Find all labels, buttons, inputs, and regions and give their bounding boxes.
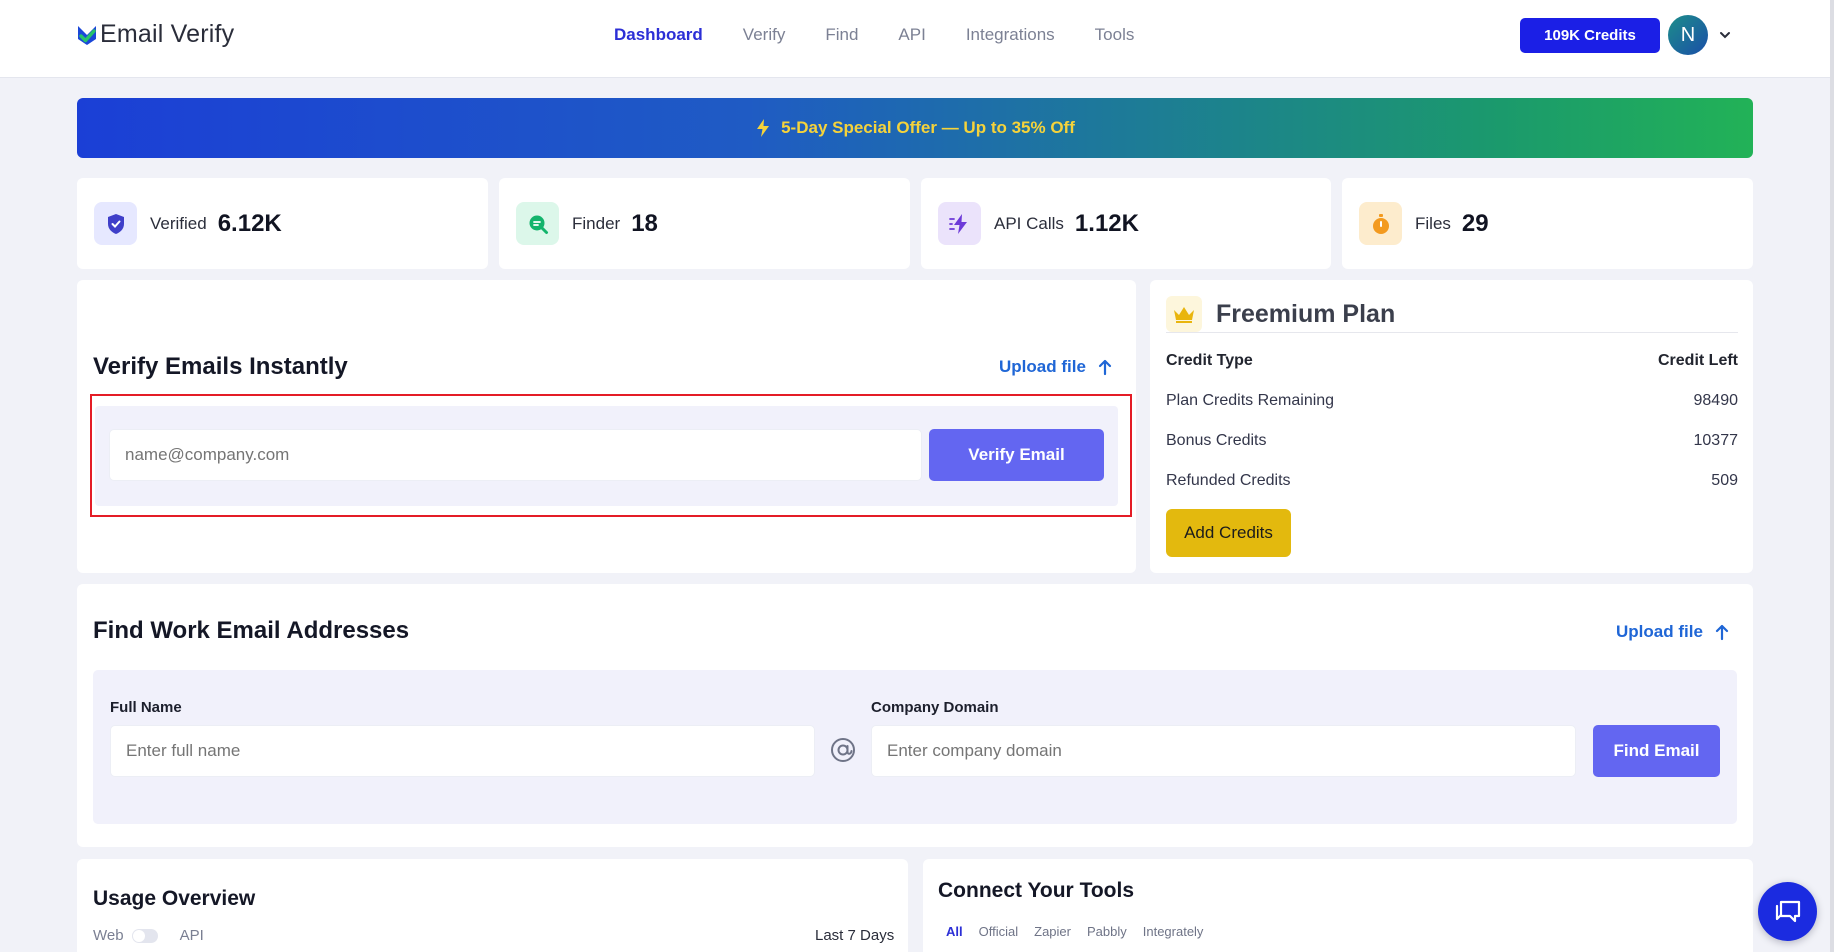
add-credits-button[interactable]: Add Credits [1166, 509, 1291, 557]
stat-value: 6.12K [217, 209, 282, 237]
upload-label: Upload file [1616, 622, 1703, 641]
brand-logo-icon [78, 25, 96, 45]
nav-dashboard[interactable]: Dashboard [614, 25, 703, 45]
full-name-label: Full Name [110, 699, 182, 716]
email-input[interactable] [109, 429, 922, 481]
credit-type-header: Credit Type [1166, 352, 1253, 369]
verify-email-button[interactable]: Verify Email [929, 429, 1104, 481]
divider [1166, 332, 1738, 333]
stat-card-verified: Verified 6.12K [77, 178, 488, 269]
logo-text: Email Verify [100, 20, 235, 48]
lightning-icon [938, 202, 981, 245]
chat-button[interactable] [1758, 882, 1817, 941]
tab-pabbly[interactable]: Pabbly [1087, 924, 1127, 939]
avatar[interactable]: N [1668, 15, 1708, 55]
search-chat-icon [516, 202, 559, 245]
plan-row: Refunded Credits 509 [1166, 472, 1738, 490]
stat-value: 1.12K [1074, 209, 1139, 237]
arrow-up-icon [1715, 624, 1729, 640]
stopwatch-icon [1359, 202, 1402, 245]
tools-tabs: All Official Zapier Pabbly Integrately [946, 924, 1219, 939]
verify-upload-link[interactable]: Upload file [999, 357, 1112, 377]
at-sign-icon [831, 738, 855, 762]
plan-table-header: Credit Type Credit Left [1166, 352, 1738, 370]
lightning-icon [757, 119, 770, 137]
nav-tools[interactable]: Tools [1095, 25, 1135, 45]
main-nav: Dashboard Verify Find API Integrations T… [614, 25, 1174, 45]
credit-left-header: Credit Left [1658, 352, 1738, 369]
plan-title: Freemium Plan [1216, 299, 1396, 328]
credits-button[interactable]: 109K Credits [1520, 18, 1660, 53]
plan-row: Bonus Credits 10377 [1166, 432, 1738, 450]
usage-toggle-row: Web API [93, 927, 204, 944]
find-email-button[interactable]: Find Email [1593, 725, 1720, 777]
crown-icon [1166, 296, 1202, 332]
stat-label: Files [1415, 213, 1451, 233]
stat-label: Verified [150, 213, 207, 233]
verify-title: Verify Emails Instantly [93, 353, 348, 380]
credit-left: 509 [1711, 472, 1738, 489]
scrollbar[interactable] [1830, 0, 1834, 952]
usage-toggle[interactable] [131, 928, 158, 943]
stat-value: 18 [631, 209, 658, 237]
credit-left: 10377 [1693, 432, 1739, 449]
tab-all[interactable]: All [946, 924, 963, 939]
usage-title: Usage Overview [93, 887, 256, 910]
credit-left: 98490 [1693, 392, 1739, 409]
company-domain-input[interactable] [871, 725, 1576, 777]
find-title: Find Work Email Addresses [93, 617, 410, 644]
nav-api[interactable]: API [898, 25, 925, 45]
chevron-down-icon[interactable] [1718, 28, 1732, 42]
credit-type: Plan Credits Remaining [1166, 392, 1335, 409]
find-upload-link[interactable]: Upload file [1616, 622, 1729, 642]
plan-header: Freemium Plan [1166, 296, 1395, 332]
nav-integrations[interactable]: Integrations [966, 25, 1055, 45]
upload-label: Upload file [999, 357, 1086, 376]
chat-icon [1775, 900, 1800, 922]
company-domain-label: Company Domain [871, 699, 999, 716]
nav-find[interactable]: Find [825, 25, 858, 45]
credit-type: Refunded Credits [1166, 472, 1291, 489]
full-name-input[interactable] [110, 725, 815, 777]
nav-verify[interactable]: Verify [743, 25, 786, 45]
stat-label: API Calls [994, 213, 1064, 233]
period-select[interactable]: Last 7 Days [815, 927, 894, 944]
app-logo[interactable]: Email Verify [76, 20, 234, 49]
banner-text: 5-Day Special Offer — Up to 35% Off [781, 118, 1075, 137]
stat-card-finder: Finder 18 [499, 178, 910, 269]
credit-type: Bonus Credits [1166, 432, 1267, 449]
arrow-up-icon [1098, 359, 1112, 375]
tab-zapier[interactable]: Zapier [1034, 924, 1071, 939]
stat-value: 29 [1461, 209, 1489, 237]
stat-card-files: Files 29 [1342, 178, 1753, 269]
tab-integrately[interactable]: Integrately [1143, 924, 1204, 939]
promo-banner[interactable]: 5-Day Special Offer — Up to 35% Off [77, 98, 1753, 158]
plan-row: Plan Credits Remaining 98490 [1166, 392, 1738, 410]
toggle-left-label: Web [93, 927, 124, 944]
toggle-right-label: API [179, 927, 204, 944]
shield-check-icon [94, 202, 137, 245]
stat-card-api-calls: API Calls 1.12K [921, 178, 1331, 269]
stat-label: Finder [572, 213, 621, 233]
tools-title: Connect Your Tools [938, 879, 1135, 902]
top-navbar: Email Verify Dashboard Verify Find API I… [0, 0, 1834, 78]
tab-official[interactable]: Official [979, 924, 1019, 939]
